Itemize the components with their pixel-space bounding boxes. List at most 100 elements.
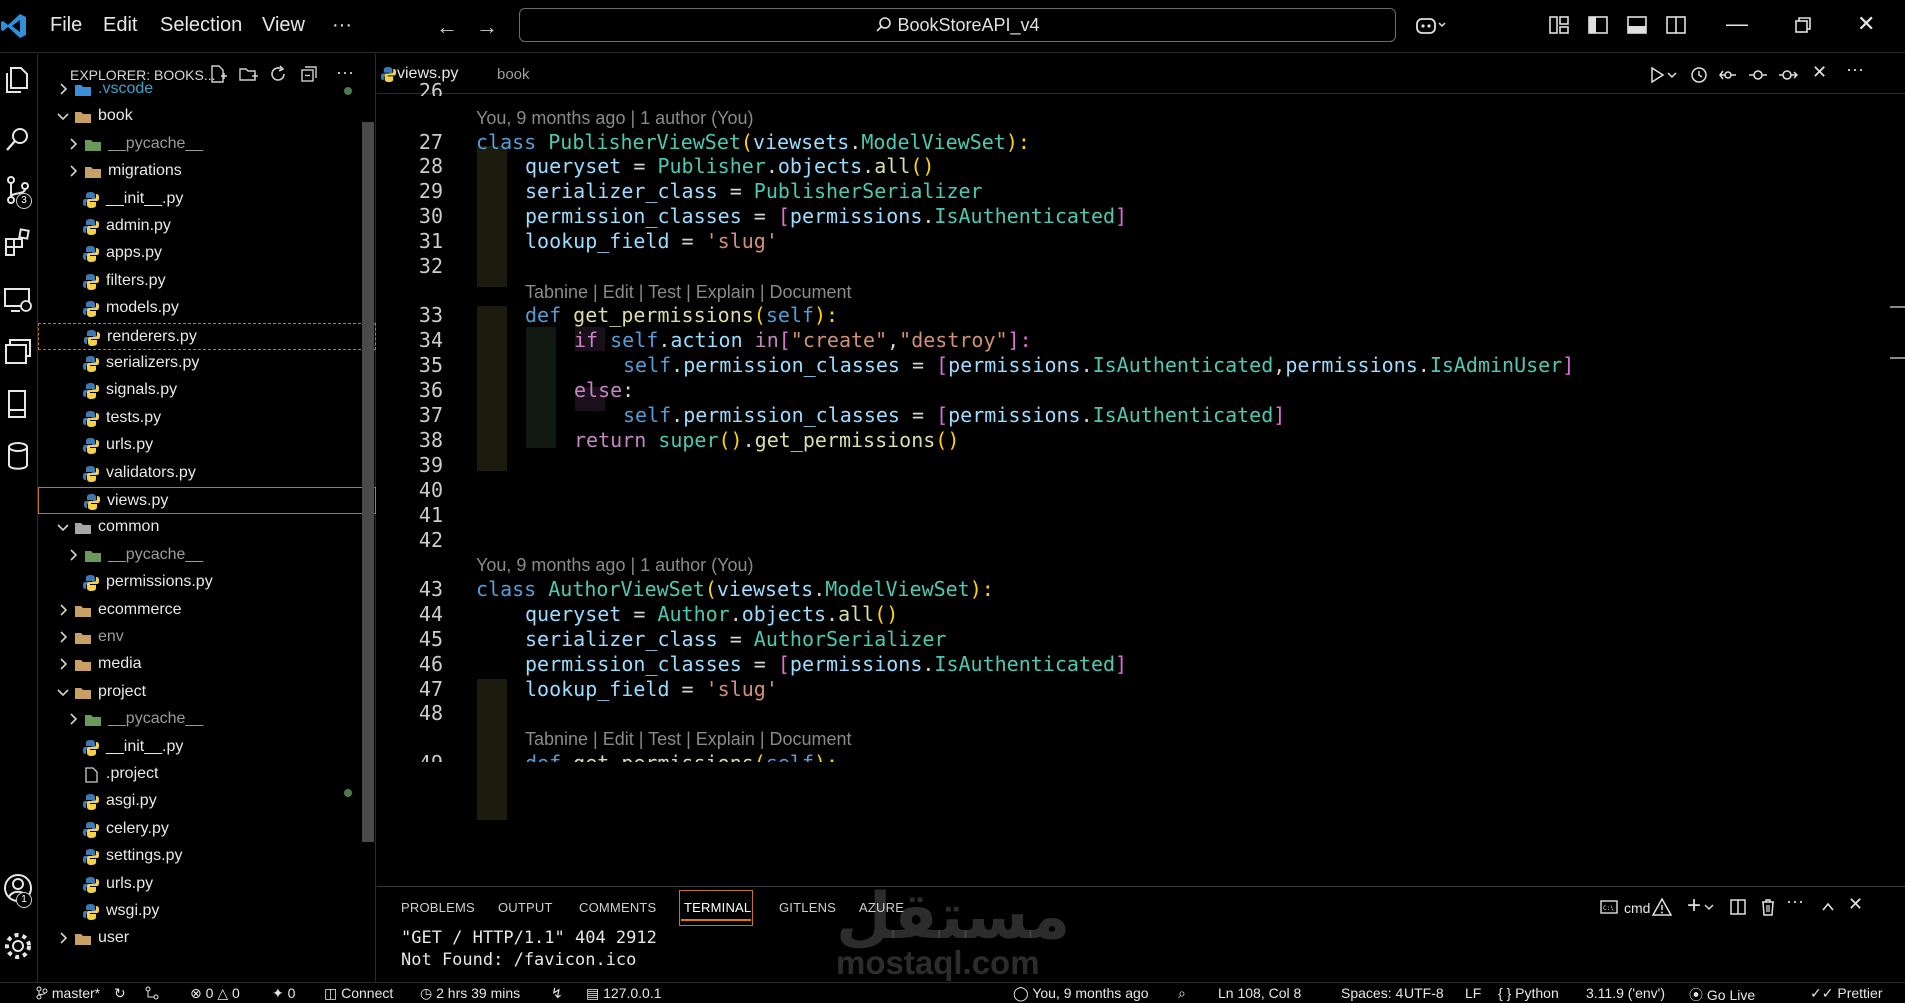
- chevron-right-icon[interactable]: [66, 710, 80, 728]
- status-blame[interactable]: ◯ You, 9 months ago: [1013, 985, 1149, 1002]
- tree-folder[interactable]: __pycache__: [38, 706, 376, 733]
- tree-file[interactable]: apps.py: [38, 240, 376, 267]
- sync-icon[interactable]: ↻: [114, 985, 126, 1002]
- status-go-live[interactable]: ⦿ Go Live: [1689, 985, 1755, 1003]
- chevron-right-icon[interactable]: [56, 655, 70, 673]
- tree-file[interactable]: validators.py: [38, 460, 376, 487]
- lightning-icon[interactable]: ↯: [551, 985, 563, 1002]
- status-prettier[interactable]: ✓✓ Prettier: [1810, 985, 1882, 1002]
- tab-problems[interactable]: PROBLEMS: [401, 900, 475, 915]
- tab-terminal[interactable]: TERMINAL: [684, 900, 751, 915]
- command-center-search[interactable]: BookStoreAPI_v4: [519, 8, 1396, 42]
- panel-more-icon[interactable]: ···: [1786, 891, 1804, 912]
- maximize-panel-icon[interactable]: [1818, 897, 1838, 917]
- tree-file[interactable]: .project: [38, 761, 376, 788]
- menu-selection[interactable]: Selection: [160, 14, 242, 37]
- chevron-down-icon[interactable]: [56, 518, 70, 536]
- split-terminal-icon[interactable]: [1728, 897, 1748, 917]
- tree-folder[interactable]: .vscode: [38, 76, 376, 103]
- tree-file[interactable]: views.py: [38, 487, 376, 514]
- zoom-icon[interactable]: ⌕: [1178, 985, 1186, 1002]
- remote-explorer-icon[interactable]: [2, 284, 34, 316]
- tab-output[interactable]: OUTPUT: [498, 900, 553, 915]
- status-interpreter[interactable]: 3.11.9 ('env'): [1586, 985, 1665, 1001]
- chevron-down-icon[interactable]: [1703, 897, 1715, 917]
- tree-file[interactable]: tests.py: [38, 405, 376, 432]
- tree-file[interactable]: celery.py: [38, 816, 376, 843]
- tree-file[interactable]: admin.py: [38, 213, 376, 240]
- forward-arrow-icon[interactable]: →: [476, 14, 498, 40]
- tree-file[interactable]: urls.py: [38, 432, 376, 459]
- chevron-right-icon[interactable]: [56, 628, 70, 646]
- menu-edit[interactable]: Edit: [103, 14, 137, 37]
- tree-file[interactable]: renderers.py: [38, 322, 376, 350]
- tree-folder[interactable]: common: [38, 514, 376, 541]
- toggle-panel-icon[interactable]: [1625, 13, 1649, 37]
- status-indentation[interactable]: Spaces: 4: [1341, 985, 1403, 1001]
- chevron-right-icon[interactable]: [66, 162, 80, 180]
- chevron-down-icon[interactable]: [56, 683, 70, 701]
- status-encoding[interactable]: UTF-8: [1404, 985, 1444, 1001]
- menu-more[interactable]: ···: [332, 14, 352, 37]
- tree-file[interactable]: serializers.py: [38, 350, 376, 377]
- trash-icon[interactable]: [1758, 897, 1778, 917]
- minimize-window-button[interactable]: —: [1726, 11, 1748, 37]
- menu-view[interactable]: View: [262, 14, 305, 37]
- copilot-icon[interactable]: [1414, 13, 1448, 37]
- tree-folder[interactable]: __pycache__: [38, 131, 376, 158]
- restore-window-icon[interactable]: [1791, 13, 1815, 37]
- tree-file[interactable]: __init__.py: [38, 734, 376, 761]
- status-host[interactable]: ▤ 127.0.0.1: [586, 985, 662, 1002]
- explorer-icon[interactable]: [2, 64, 34, 96]
- search-icon[interactable]: [2, 124, 34, 156]
- tabs-icon[interactable]: [2, 336, 34, 368]
- status-problems[interactable]: ⊗ 0 △ 0: [190, 985, 240, 1002]
- tree-folder[interactable]: project: [38, 679, 376, 706]
- status-branch[interactable]: master*: [36, 985, 100, 1001]
- back-arrow-icon[interactable]: ←: [436, 14, 458, 40]
- tree-file[interactable]: settings.py: [38, 843, 376, 870]
- tab-gitlens[interactable]: GITLENS: [779, 900, 836, 915]
- database-icon[interactable]: [2, 440, 34, 472]
- tree-file[interactable]: filters.py: [38, 268, 376, 295]
- tree-file[interactable]: asgi.py: [38, 788, 376, 815]
- status-cursor-position[interactable]: Ln 108, Col 8: [1218, 985, 1301, 1001]
- chevron-down-icon[interactable]: [56, 107, 70, 125]
- menu-file[interactable]: File: [50, 14, 82, 37]
- tree-folder[interactable]: ecommerce: [38, 597, 376, 624]
- chevron-right-icon[interactable]: [56, 601, 70, 619]
- extensions-icon[interactable]: [2, 226, 34, 258]
- gear-icon[interactable]: [2, 930, 34, 962]
- testing-icon[interactable]: [2, 388, 34, 420]
- tree-file[interactable]: urls.py: [38, 871, 376, 898]
- tree-file[interactable]: signals.py: [38, 377, 376, 404]
- tab-comments[interactable]: COMMENTS: [579, 900, 656, 915]
- tree-file[interactable]: wsgi.py: [38, 898, 376, 925]
- customize-layout-icon[interactable]: [1547, 13, 1571, 37]
- tree-folder[interactable]: book: [38, 103, 376, 130]
- vscode-logo-icon[interactable]: [0, 12, 28, 40]
- tree-file[interactable]: models.py: [38, 295, 376, 322]
- tree-folder[interactable]: media: [38, 651, 376, 678]
- tree-file[interactable]: __init__.py: [38, 186, 376, 213]
- chevron-right-icon[interactable]: [66, 546, 80, 564]
- tree-folder[interactable]: __pycache__: [38, 542, 376, 569]
- tree-folder[interactable]: env: [38, 624, 376, 651]
- chevron-right-icon[interactable]: [56, 929, 70, 947]
- status-git-graph[interactable]: [144, 985, 160, 1001]
- new-terminal-icon[interactable]: +: [1687, 892, 1701, 920]
- status-language[interactable]: { } Python: [1498, 985, 1559, 1001]
- terminal-cmd-icon[interactable]: C:\: [1599, 897, 1619, 917]
- status-ports[interactable]: ✦ 0: [272, 985, 295, 1002]
- close-window-button[interactable]: ✕: [1857, 11, 1875, 37]
- close-panel-icon[interactable]: ✕: [1848, 894, 1863, 915]
- chevron-right-icon[interactable]: [56, 80, 70, 98]
- chevron-right-icon[interactable]: [66, 135, 80, 153]
- status-eol[interactable]: LF: [1465, 985, 1481, 1001]
- status-connect[interactable]: ◫ Connect: [324, 985, 393, 1002]
- terminal-shell-name[interactable]: cmd: [1624, 900, 1650, 916]
- toggle-secondary-sidebar-icon[interactable]: [1664, 13, 1688, 37]
- tree-file[interactable]: permissions.py: [38, 569, 376, 596]
- tree-folder[interactable]: user: [38, 925, 376, 952]
- status-wakatime[interactable]: ◷ 2 hrs 39 mins: [420, 985, 520, 1002]
